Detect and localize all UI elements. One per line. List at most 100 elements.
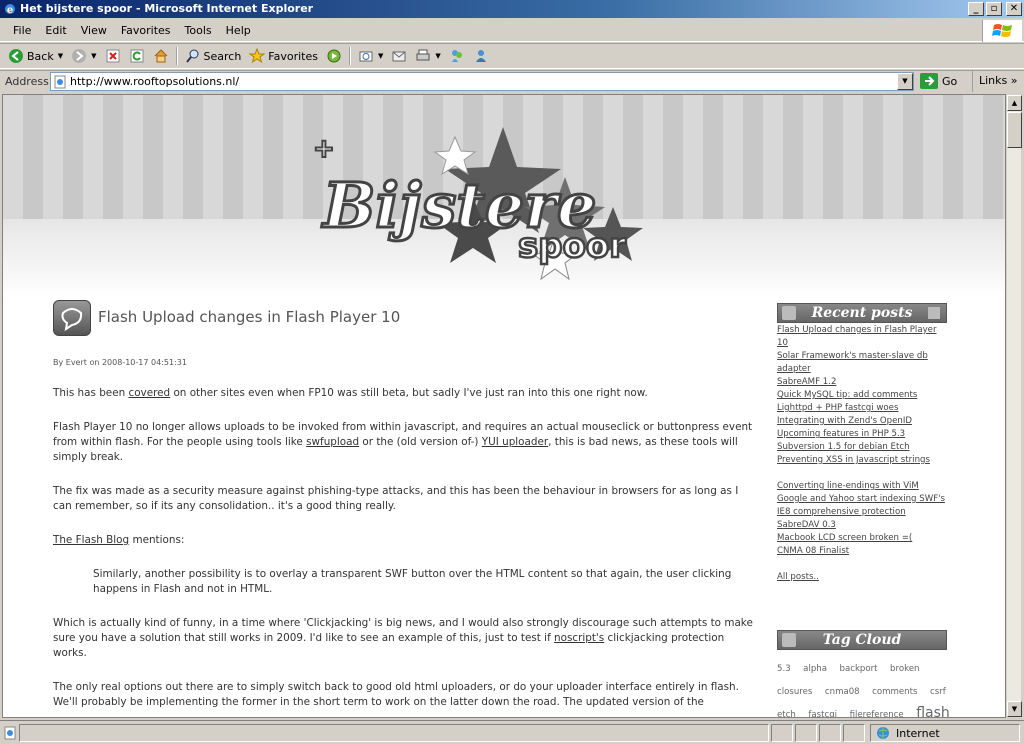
menu-view[interactable]: View [74, 20, 114, 42]
tag-link[interactable]: closures [777, 687, 812, 697]
status-text-pane [19, 723, 769, 742]
history-button[interactable]: ▼ [354, 45, 387, 67]
tag-link[interactable]: etch [777, 710, 796, 717]
stop-button[interactable] [101, 45, 125, 67]
tag-link[interactable]: 5.3 [777, 664, 791, 674]
all-posts-link[interactable]: All posts.. [777, 571, 949, 584]
favorites-button[interactable]: Favorites [245, 45, 322, 67]
recent-post-link[interactable]: SabreDAV 0.3 [777, 519, 949, 532]
stop-icon [106, 49, 119, 63]
home-button[interactable] [149, 45, 173, 67]
recent-post-link[interactable]: Macbook LCD screen broken =( [777, 532, 949, 545]
security-zone[interactable]: Internet [870, 724, 1020, 742]
post-title[interactable]: Flash Upload changes in Flash Player 10 [98, 308, 400, 326]
recent-post-link[interactable]: SabreAMF 1.2 [777, 376, 949, 389]
vertical-scrollbar[interactable]: ▲ ▼ [1006, 94, 1022, 718]
recent-post-link[interactable]: Converting line-endings with ViM [777, 480, 949, 493]
media-button[interactable] [322, 45, 346, 67]
noscript-link[interactable]: noscript's [554, 632, 604, 644]
recent-post-link[interactable]: Solar Framework's master-slave db adapte… [777, 350, 949, 376]
tag-link[interactable]: backport [840, 664, 878, 674]
tag-link[interactable]: broken [890, 664, 919, 674]
sidebar: Recent posts Flash Upload changes in Fla… [777, 303, 957, 717]
status-pane [819, 723, 841, 742]
tag-link[interactable]: cnma08 [825, 687, 860, 697]
back-arrow-icon [9, 49, 23, 63]
scroll-up-button[interactable]: ▲ [1007, 95, 1022, 111]
recent-post-link[interactable]: CNMA 08 Finalist [777, 545, 949, 558]
tag-cloud: Tag Cloud 5.3 alpha backport broken clos… [777, 630, 967, 717]
menu-favorites[interactable]: Favorites [114, 20, 178, 42]
search-button[interactable]: Search [181, 45, 246, 67]
go-button[interactable]: Go [920, 73, 957, 89]
ie-logo-icon: e [5, 4, 15, 16]
research-button[interactable] [469, 45, 493, 67]
tag-link[interactable]: comments [872, 687, 917, 697]
standard-toolbar: Back ▼ ▼ Search Favorites ▼ ▼ [0, 43, 1024, 69]
go-arrow-icon [920, 73, 938, 89]
menu-help[interactable]: Help [219, 20, 258, 42]
window-title: Het bijstere spoor - Microsoft Internet … [20, 2, 314, 15]
toolbar-separator [175, 47, 178, 65]
recent-post-link[interactable]: Preventing XSS in Javascript strings [777, 454, 949, 467]
recent-post-link[interactable]: Lighttpd + PHP fastcgi woes [777, 402, 949, 415]
history-dropdown-icon[interactable]: ▼ [378, 52, 383, 60]
blockquote: Similarly, another possibility is to ove… [93, 568, 732, 595]
tag-list: 5.3 alpha backport broken closures cnma0… [777, 657, 967, 717]
recent-post-link[interactable]: Flash Upload changes in Flash Player 10 [777, 324, 949, 350]
tag-link[interactable]: alpha [803, 664, 827, 674]
status-pane [843, 723, 865, 742]
tag-link[interactable]: filereference [850, 710, 904, 717]
favorites-label: Favorites [268, 49, 318, 63]
close-button[interactable]: ✕ [1006, 2, 1022, 16]
scroll-thumb[interactable] [1007, 112, 1022, 148]
mail-button[interactable] [387, 45, 411, 67]
post-paragraph: This has been covered on other sites eve… [53, 387, 648, 399]
messenger-button[interactable] [445, 45, 469, 67]
tag-link[interactable]: csrf [930, 687, 946, 697]
forward-dropdown-icon[interactable]: ▼ [91, 52, 96, 60]
swfupload-link[interactable]: swfupload [306, 436, 359, 448]
refresh-button[interactable] [125, 45, 149, 67]
minimize-button[interactable]: _ [968, 2, 984, 16]
post-category-icon [53, 300, 91, 336]
recent-post-link[interactable]: IE8 comprehensive protection [777, 506, 949, 519]
page-viewport: Bijstere spoor + Flash Upload changes in… [2, 94, 1006, 718]
svg-text:spoor: spoor [518, 226, 626, 266]
recent-post-link[interactable]: Google and Yahoo start indexing SWF's [777, 493, 949, 506]
tag-link[interactable]: fastcgi [808, 710, 837, 717]
flash-blog-link[interactable]: The Flash Blog [53, 534, 129, 546]
bijstere-spoor-logo[interactable]: Bijstere spoor + [303, 117, 663, 287]
back-dropdown-icon[interactable]: ▼ [58, 52, 63, 60]
covered-link[interactable]: covered [128, 387, 170, 399]
menu-file[interactable]: File [6, 20, 38, 42]
status-bar: Internet [0, 720, 1024, 744]
forward-button[interactable]: ▼ [67, 45, 100, 67]
print-button[interactable]: ▼ [411, 45, 444, 67]
address-input[interactable] [70, 75, 890, 88]
recent-post-link[interactable]: Subversion 1.5 for debian Etch [777, 441, 949, 454]
menu-edit[interactable]: Edit [38, 20, 73, 42]
address-field[interactable]: ▼ [50, 72, 914, 91]
title-bar: e Het bijstere spoor - Microsoft Interne… [0, 0, 1024, 18]
forward-arrow-icon [72, 49, 87, 63]
recent-post-link[interactable]: Integrating with Zend's OpenID [777, 415, 949, 428]
recent-post-link[interactable]: Upcoming features in PHP 5.3 [777, 428, 949, 441]
status-pane [771, 723, 793, 742]
maximize-button[interactable]: ▫ [986, 2, 1002, 16]
address-dropdown-icon[interactable]: ▼ [897, 73, 913, 90]
recent-post-link[interactable]: Quick MySQL tip: add comments [777, 389, 949, 402]
globe-icon [877, 727, 889, 739]
links-label: Links [979, 74, 1008, 87]
search-label: Search [203, 49, 242, 63]
svg-text:e: e [7, 5, 13, 16]
links-toolbar[interactable]: Links » [972, 71, 1018, 92]
back-button[interactable]: Back ▼ [4, 45, 67, 67]
tag-link[interactable]: flash [916, 705, 950, 717]
scroll-down-button[interactable]: ▼ [1007, 701, 1022, 717]
menu-tools[interactable]: Tools [178, 20, 219, 42]
rss-feed-icon[interactable] [928, 307, 940, 319]
chevron-right-icon[interactable]: » [1011, 74, 1018, 87]
yui-uploader-link[interactable]: YUI uploader [482, 436, 548, 448]
print-dropdown-icon[interactable]: ▼ [435, 52, 440, 60]
